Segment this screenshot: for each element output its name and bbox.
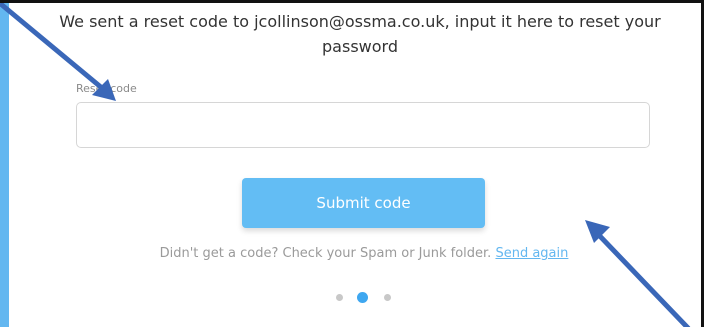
resend-prompt: Didn't get a code? Check your Spam or Ju… <box>159 246 492 261</box>
step-dot-2-active <box>357 292 368 303</box>
reset-code-input[interactable] <box>76 102 650 148</box>
page-title: We sent a reset code to jcollinson@ossma… <box>59 12 661 56</box>
pagination-dots <box>334 291 394 305</box>
left-accent-strip <box>0 3 9 327</box>
send-again-link[interactable]: Send again <box>495 246 568 261</box>
resend-info: Didn't get a code? Check your Spam or Ju… <box>100 246 628 261</box>
submit-code-button[interactable]: Submit code <box>242 178 485 228</box>
arrow-from-bottom-right <box>585 220 691 327</box>
step-dot-3 <box>384 294 391 301</box>
reset-code-dialog: We sent a reset code to jcollinson@ossma… <box>0 0 704 327</box>
step-dot-1 <box>336 294 343 301</box>
reset-code-label: Reset code <box>76 82 137 95</box>
